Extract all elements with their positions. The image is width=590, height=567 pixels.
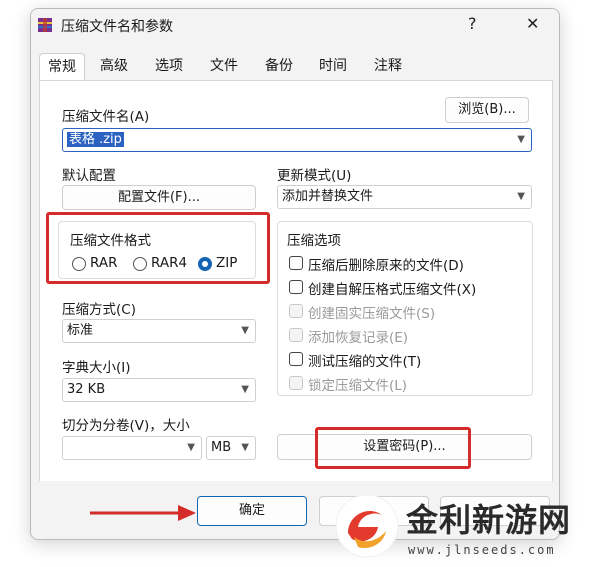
method-value: 标准: [67, 323, 94, 338]
update-mode-label: 更新模式(U): [277, 168, 352, 184]
watermark-url: www.jlnseeds.com: [408, 543, 556, 557]
window-title: 压缩文件名和参数: [61, 19, 173, 35]
profile-button[interactable]: 配置文件(F)...: [62, 185, 256, 210]
method-label: 压缩方式(C): [62, 302, 136, 318]
archive-name-input[interactable]: 表格 .zip ▼: [62, 128, 532, 152]
browse-button[interactable]: 浏览(B)...: [445, 97, 529, 123]
split-unit-value: MB: [211, 440, 232, 455]
dictionary-select[interactable]: 32 KB ▼: [62, 378, 256, 402]
watermark: 金利新游网 www.jlnseeds.com: [332, 491, 590, 567]
split-unit-select[interactable]: MB ▼: [206, 436, 256, 460]
archive-name-selected-part: 表格: [67, 132, 98, 147]
checkbox-sfx[interactable]: [289, 280, 303, 294]
checkbox-lock[interactable]: [289, 376, 303, 390]
chevron-down-icon[interactable]: ▼: [517, 129, 525, 151]
checkbox-recovery[interactable]: [289, 328, 303, 342]
archive-name-extension: .zip: [97, 132, 124, 147]
tab-general[interactable]: 常规: [39, 53, 85, 82]
checkbox-solid[interactable]: [289, 304, 303, 318]
tab-files[interactable]: 文件: [202, 53, 246, 80]
chevron-down-icon: ▼: [517, 191, 525, 202]
chevron-down-icon: ▼: [241, 442, 249, 453]
winrar-app-icon: [38, 18, 52, 32]
tab-comment[interactable]: 注释: [366, 53, 410, 80]
general-panel: 压缩文件名(A) 浏览(B)... 表格 .zip ▼ 默认配置 配置文件(F).…: [39, 80, 553, 482]
tab-backup[interactable]: 备份: [257, 53, 301, 80]
compression-dialog: 压缩文件名和参数 ? ✕ 常规 高级 选项 文件 备份 时间 注释 压缩文件名(…: [30, 8, 560, 540]
chevron-down-icon: ▼: [187, 442, 195, 453]
options-label: 压缩选项: [287, 233, 341, 249]
tab-options[interactable]: 选项: [147, 53, 191, 80]
watermark-logo-icon: [335, 494, 399, 558]
password-highlight-box: [315, 427, 471, 469]
method-select[interactable]: 标准 ▼: [62, 319, 256, 343]
red-arrow-icon: [90, 505, 196, 521]
split-label: 切分为分卷(V)，大小: [62, 418, 190, 434]
title-bar: 压缩文件名和参数 ? ✕: [31, 9, 559, 41]
tab-time[interactable]: 时间: [311, 53, 355, 80]
checkbox-sfx-label: 创建自解压格式压缩文件(X): [308, 282, 477, 298]
dictionary-value: 32 KB: [67, 382, 106, 397]
update-mode-select[interactable]: 添加并替换文件 ▼: [277, 185, 532, 209]
checkbox-delete-after[interactable]: [289, 256, 303, 270]
checkbox-test-label: 测试压缩的文件(T): [308, 354, 422, 370]
checkbox-test[interactable]: [289, 352, 303, 366]
profile-label: 默认配置: [62, 168, 116, 184]
checkbox-recovery-label: 添加恢复记录(E): [308, 330, 409, 346]
ok-button[interactable]: 确定: [197, 496, 307, 526]
update-mode-value: 添加并替换文件: [282, 189, 374, 204]
checkbox-solid-label: 创建固实压缩文件(S): [308, 306, 436, 322]
dictionary-label: 字典大小(I): [62, 360, 131, 376]
watermark-brand: 金利新游网: [406, 501, 572, 539]
chevron-down-icon: ▼: [241, 384, 249, 395]
split-size-input[interactable]: ▼: [62, 436, 202, 460]
archive-name-label: 压缩文件名(A): [62, 109, 150, 125]
tab-advanced[interactable]: 高级: [92, 53, 136, 80]
close-button[interactable]: ✕: [526, 14, 539, 33]
chevron-down-icon: ▼: [241, 325, 249, 336]
help-button[interactable]: ?: [468, 14, 477, 33]
checkbox-delete-after-label: 压缩后删除原来的文件(D): [308, 258, 464, 274]
checkbox-lock-label: 锁定压缩文件(L): [308, 378, 408, 394]
format-highlight-box: [46, 212, 270, 284]
